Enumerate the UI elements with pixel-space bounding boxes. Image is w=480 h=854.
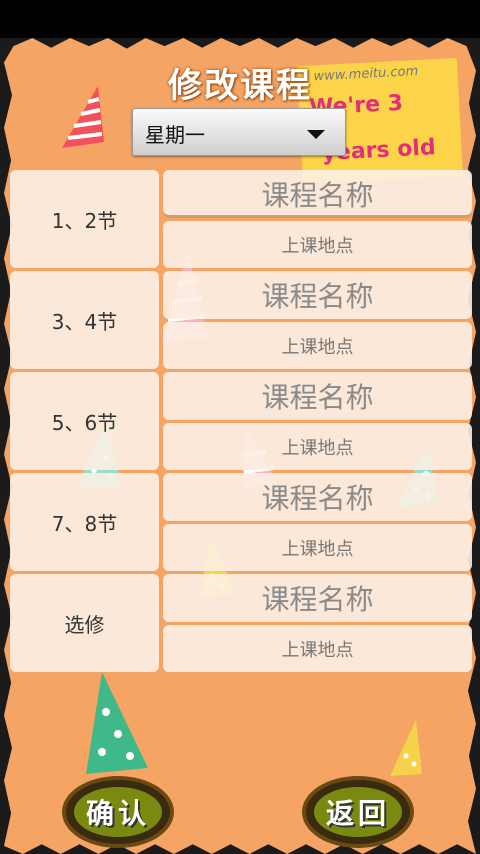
period-label-5-6: 5、6节 <box>10 372 159 470</box>
course-name-input-3-4[interactable]: 课程名称 <box>163 271 472 319</box>
location-input-elective[interactable]: 上课地点 <box>163 625 472 672</box>
status-bar <box>0 0 480 38</box>
course-name-input-5-6[interactable]: 课程名称 <box>163 372 472 420</box>
party-hat-icon <box>86 672 148 774</box>
page-title: 修改课程 <box>168 66 312 106</box>
dropdown-arrow-icon <box>307 130 325 139</box>
period-label-elective: 选修 <box>10 574 159 672</box>
period-label-7-8: 7、8节 <box>10 473 159 571</box>
party-hat-icon <box>390 720 422 776</box>
period-label-1-2: 1、2节 <box>10 170 159 268</box>
course-name-input-elective[interactable]: 课程名称 <box>163 574 472 622</box>
location-input-7-8[interactable]: 上课地点 <box>163 524 472 571</box>
course-name-input-1-2[interactable]: 课程名称 <box>163 170 472 218</box>
location-input-3-4[interactable]: 上课地点 <box>163 322 472 369</box>
confirm-button[interactable]: 确认 <box>66 780 170 844</box>
location-input-1-2[interactable]: 上课地点 <box>163 221 472 268</box>
day-select[interactable]: 星期一 <box>132 108 346 156</box>
location-input-5-6[interactable]: 上课地点 <box>163 423 472 470</box>
period-label-3-4: 3、4节 <box>10 271 159 369</box>
day-select-value: 星期一 <box>145 123 205 147</box>
confirm-button-label: 确认 <box>74 787 162 837</box>
back-button-label: 返回 <box>314 787 402 837</box>
back-button[interactable]: 返回 <box>306 780 410 844</box>
course-name-input-7-8[interactable]: 课程名称 <box>163 473 472 521</box>
